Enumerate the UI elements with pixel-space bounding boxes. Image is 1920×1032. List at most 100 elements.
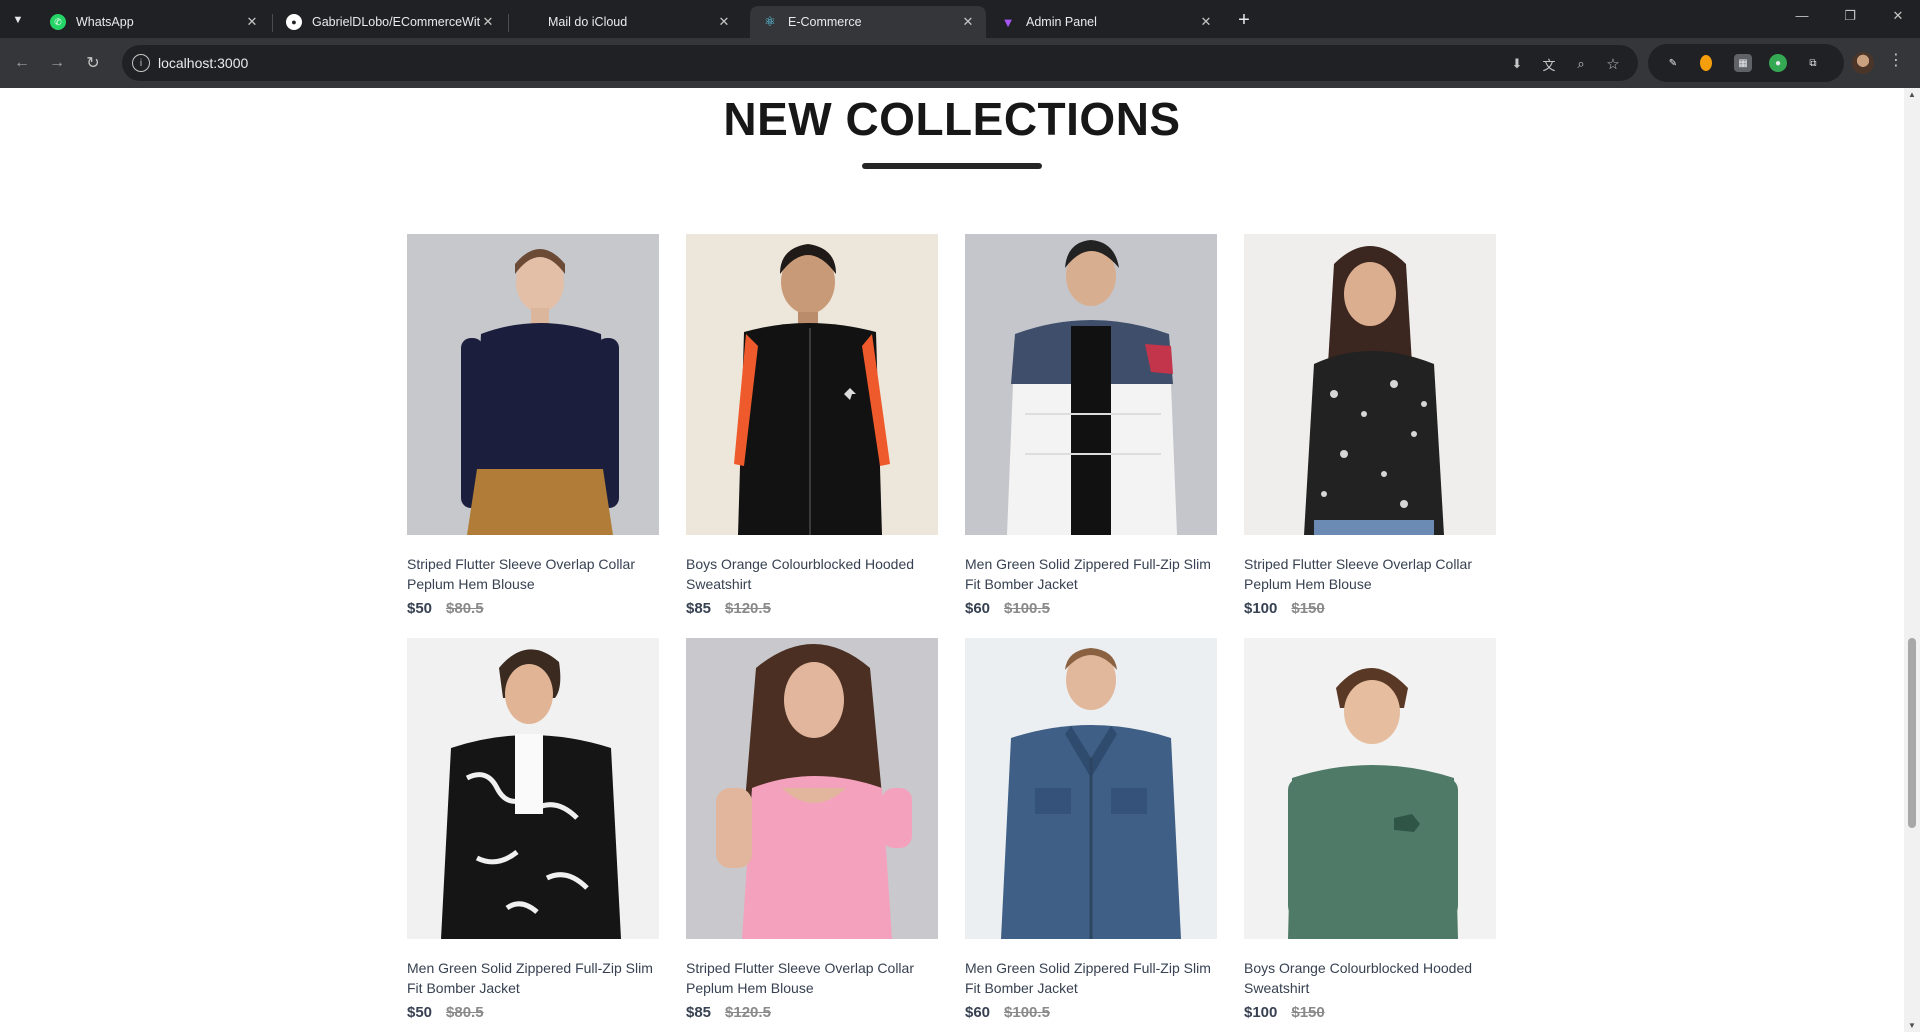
tab-title: WhatsApp [76,15,134,29]
new-price: $60 [965,1004,991,1021]
tab-title: E-Commerce [788,15,862,29]
new-price: $100 [1244,1004,1278,1021]
old-price: $150 [1291,1004,1325,1021]
tab-e-commerce[interactable]: ⚛ E-Commerce ✕ [750,6,986,38]
browser-tab-bar: ▼ ✆ WhatsApp ✕ ● GabrielDLobo/ECommerceW… [0,0,1920,38]
forward-arrow-icon[interactable]: → [45,51,69,75]
product-image[interactable] [1244,234,1496,535]
product-card[interactable]: Men Green Solid Zippered Full-Zip Slim F… [407,638,659,1021]
title-underline [862,163,1042,169]
new-price: $50 [407,600,433,617]
tab-divider [272,14,273,32]
scrollbar-thumb[interactable] [1908,638,1916,828]
old-price: $100.5 [1004,1004,1050,1021]
product-card[interactable]: Boys Orange Colourblocked Hooded Sweatsh… [1244,638,1496,1021]
price-row: $60 $100.5 [965,1004,1217,1021]
product-image[interactable] [965,234,1217,535]
product-name[interactable]: Men Green Solid Zippered Full-Zip Slim F… [965,554,1217,594]
page-viewport: NEW COLLECTIONS Striped Flutter Sleeve O… [0,88,1920,1032]
product-name[interactable]: Boys Orange Colourblocked Hooded Sweatsh… [686,554,938,594]
tab-github[interactable]: ● GabrielDLobo/ECommerceWith ✕ [274,6,506,38]
product-card[interactable]: Boys Orange Colourblocked Hooded Sweatsh… [686,234,938,617]
extensions-group: ✎ ▦ ● ⧉ [1648,44,1844,82]
scroll-up-arrow-icon[interactable]: ▲ [1907,90,1917,99]
price-row: $60 $100.5 [965,600,1217,617]
minimize-icon[interactable]: — [1788,8,1816,23]
product-name[interactable]: Striped Flutter Sleeve Overlap Collar Pe… [407,554,659,594]
price-row: $85 $120.5 [686,600,938,617]
restore-icon[interactable]: ❐ [1836,8,1864,24]
more-menu-icon[interactable]: ⋮ [1888,50,1904,70]
translate-icon[interactable]: 文 [1540,55,1558,73]
tab-title: GabrielDLobo/ECommerceWith [312,15,480,29]
product-image[interactable] [1244,638,1496,939]
extension-grey-icon[interactable]: ▦ [1734,54,1752,72]
product-image[interactable] [407,638,659,939]
product-name[interactable]: Boys Orange Colourblocked Hooded Sweatsh… [1244,958,1496,998]
github-icon: ● [286,14,302,30]
tab-icloud-mail[interactable]: Mail do iCloud ✕ [510,6,742,38]
eyedropper-extension-icon[interactable]: ✎ [1664,54,1682,72]
tab-search-chevron-icon[interactable]: ▼ [6,8,30,32]
new-price: $50 [407,1004,433,1021]
tab-divider [508,14,509,32]
extension-orange-icon[interactable] [1700,55,1712,71]
close-window-icon[interactable]: ✕ [1884,8,1912,24]
price-row: $100 $150 [1244,1004,1496,1021]
price-row: $50 $80.5 [407,600,659,617]
install-app-icon[interactable]: ⬇ [1508,55,1526,73]
back-arrow-icon[interactable]: ← [10,51,34,75]
product-image[interactable] [686,234,938,535]
apple-icon [522,14,538,30]
close-tab-icon[interactable]: ✕ [716,14,732,30]
price-row: $85 $120.5 [686,1004,938,1021]
product-name[interactable]: Men Green Solid Zippered Full-Zip Slim F… [407,958,659,998]
scroll-down-arrow-icon[interactable]: ▼ [1907,1021,1917,1030]
site-info-icon[interactable]: i [132,54,150,72]
new-price: $85 [686,600,712,617]
bookmark-star-icon[interactable]: ☆ [1604,55,1622,73]
product-card[interactable]: Striped Flutter Sleeve Overlap Collar Pe… [1244,234,1496,617]
price-row: $50 $80.5 [407,1004,659,1021]
product-card[interactable]: Striped Flutter Sleeve Overlap Collar Pe… [407,234,659,617]
url-text[interactable]: localhost:3000 [158,55,248,71]
product-image[interactable] [407,234,659,535]
price-row: $100 $150 [1244,600,1496,617]
extension-green-icon[interactable]: ● [1769,54,1787,72]
old-price: $120.5 [725,600,771,617]
browser-toolbar: ← → ↻ i localhost:3000 ⬇ 文 ⌕ ☆ ✎ ▦ ● ⧉ ⋮ [0,38,1920,88]
tab-whatsapp[interactable]: ✆ WhatsApp ✕ [38,6,270,38]
product-image[interactable] [965,638,1217,939]
new-price: $85 [686,1004,712,1021]
product-image[interactable] [686,638,938,939]
old-price: $100.5 [1004,600,1050,617]
old-price: $80.5 [446,600,484,617]
close-tab-icon[interactable]: ✕ [244,14,260,30]
product-card[interactable]: Men Green Solid Zippered Full-Zip Slim F… [965,234,1217,617]
old-price: $150 [1291,600,1325,617]
old-price: $120.5 [725,1004,771,1021]
tab-title: Admin Panel [1026,15,1097,29]
product-name[interactable]: Striped Flutter Sleeve Overlap Collar Pe… [1244,554,1496,594]
product-card[interactable]: Men Green Solid Zippered Full-Zip Slim F… [965,638,1217,1021]
page-scrollbar[interactable]: ▲ ▼ [1904,88,1920,1032]
close-tab-icon[interactable]: ✕ [960,14,976,30]
zoom-icon[interactable]: ⌕ [1572,55,1590,73]
profile-avatar[interactable] [1852,52,1874,74]
address-bar[interactable]: i localhost:3000 ⬇ 文 ⌕ ☆ [122,45,1638,81]
whatsapp-icon: ✆ [50,14,66,30]
new-price: $100 [1244,600,1278,617]
extensions-puzzle-icon[interactable]: ⧉ [1804,54,1822,72]
product-card[interactable]: Striped Flutter Sleeve Overlap Collar Pe… [686,638,938,1021]
product-name[interactable]: Men Green Solid Zippered Full-Zip Slim F… [965,958,1217,998]
product-name[interactable]: Striped Flutter Sleeve Overlap Collar Pe… [686,958,938,998]
new-tab-plus-icon[interactable]: + [1232,8,1256,32]
close-tab-icon[interactable]: ✕ [1198,14,1214,30]
close-tab-icon[interactable]: ✕ [480,14,496,30]
react-icon: ⚛ [764,14,776,29]
tab-title: Mail do iCloud [548,15,628,29]
vite-icon: ▼ [1001,14,1015,30]
reload-icon[interactable]: ↻ [81,51,105,75]
page-title: NEW COLLECTIONS [723,93,1181,145]
tab-admin-panel[interactable]: ▼ Admin Panel ✕ [988,6,1224,38]
